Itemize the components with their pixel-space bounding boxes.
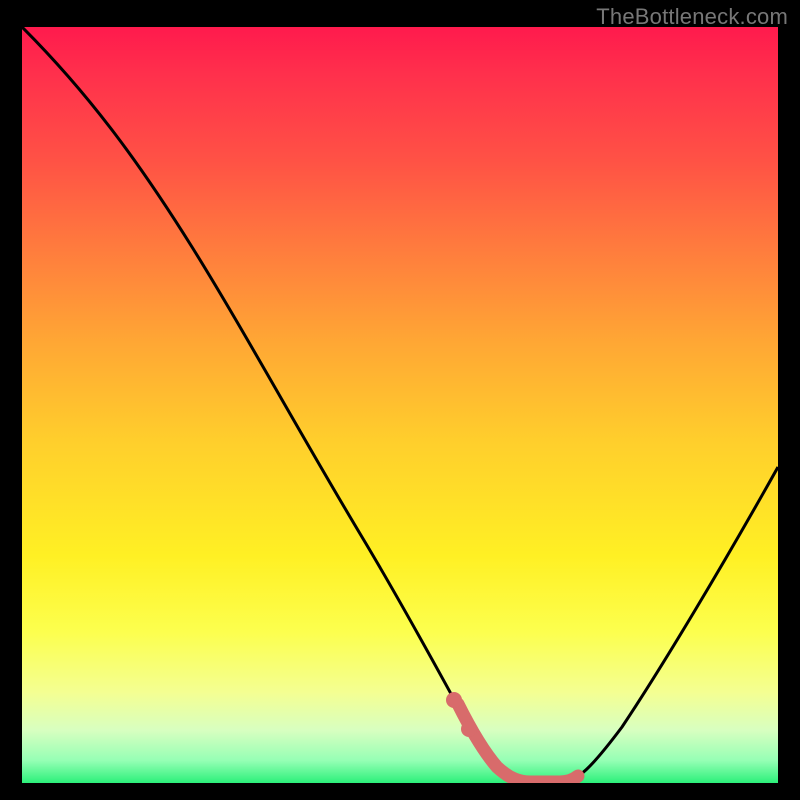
highlight-dot-2 — [461, 721, 477, 737]
bottleneck-curve — [22, 27, 778, 782]
highlight-segment — [458, 704, 578, 782]
highlight-dot-1 — [446, 692, 462, 708]
plot-svg — [22, 27, 778, 783]
plot-frame — [22, 27, 778, 783]
